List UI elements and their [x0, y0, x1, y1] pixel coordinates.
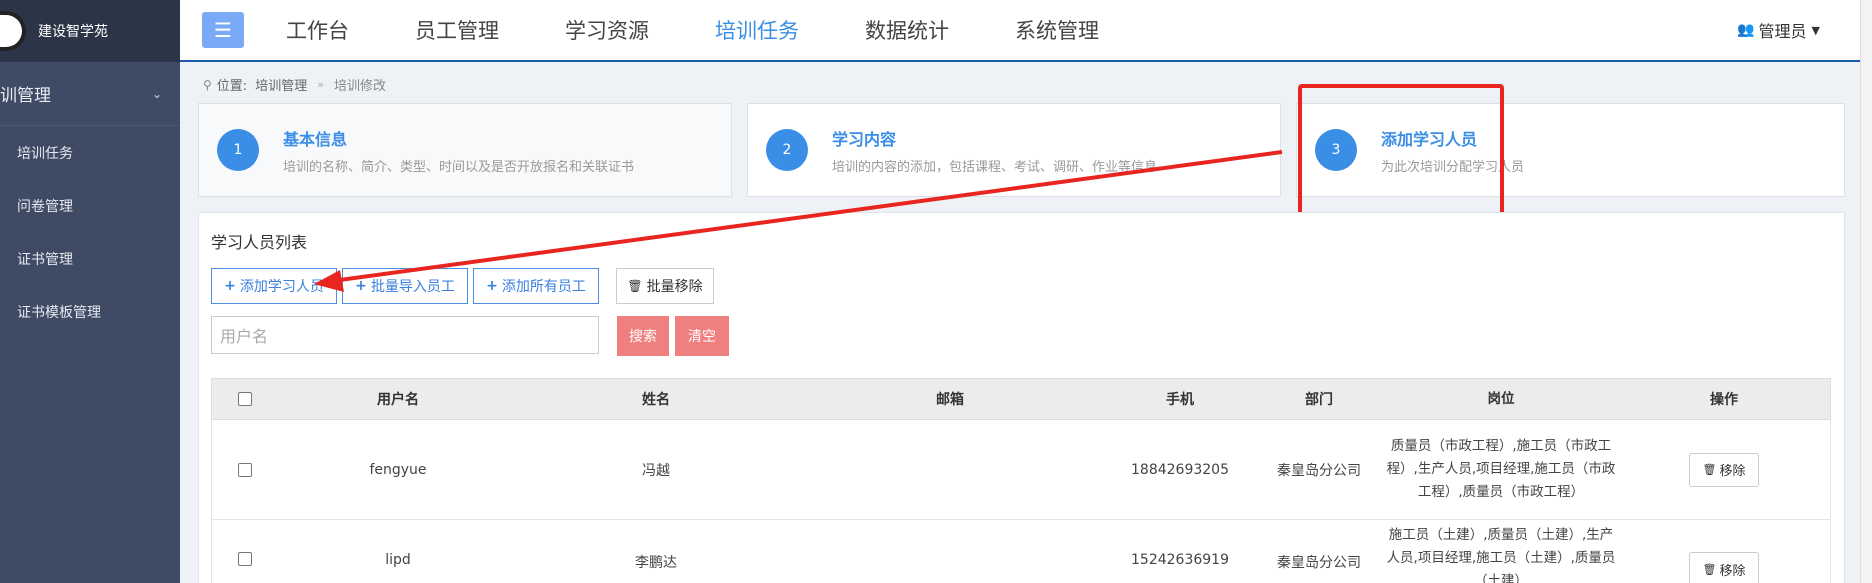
- step-title: 学习内容: [832, 129, 897, 149]
- row-checkbox[interactable]: [238, 462, 252, 477]
- add-all-button[interactable]: + 添加所有员工: [473, 268, 599, 304]
- step-title: 基本信息: [283, 129, 348, 149]
- main-nav: 工作台 员工管理 学习资源 培训任务 数据统计 系统管理: [286, 15, 1165, 45]
- clear-button[interactable]: 清空: [675, 316, 729, 356]
- nav-item-learning-resources[interactable]: 学习资源: [565, 15, 649, 45]
- add-learner-label: 添加学习人员: [239, 279, 324, 295]
- col-name: 姓名: [642, 392, 670, 408]
- plus-icon: +: [355, 278, 367, 294]
- cell-phone: 18842693205: [1131, 461, 1229, 478]
- username-placeholder: 用户名: [220, 327, 269, 346]
- breadcrumb-current: 培训修改: [333, 79, 386, 94]
- table-header: 用户名 姓名 邮箱 手机 部门 岗位 操作: [211, 378, 1831, 420]
- plus-icon: +: [486, 278, 498, 294]
- breadcrumb-separator: »: [317, 78, 324, 91]
- batch-remove-label: 批量移除: [646, 279, 703, 295]
- learner-table: 用户名 姓名 邮箱 手机 部门 岗位 操作 fengyue 冯越 1884269…: [211, 378, 1831, 583]
- trash-icon: 🗑: [627, 279, 643, 293]
- username-search-input[interactable]: 用户名: [211, 316, 599, 354]
- step-basic-info[interactable]: 1 基本信息 培训的名称、简介、类型、时间以及是否开放报名和关联证书: [198, 103, 732, 197]
- remove-label: 移除: [1719, 464, 1746, 479]
- cell-username: fengyue: [369, 461, 427, 478]
- col-action: 操作: [1710, 392, 1738, 408]
- breadcrumb: ⚲ 位置: 培训管理 » 培训修改: [203, 75, 386, 95]
- sidebar-item-questionnaire[interactable]: 问卷管理: [0, 179, 180, 232]
- col-dept: 部门: [1305, 392, 1333, 408]
- brand: 建设智学苑: [0, 0, 180, 62]
- brand-name: 建设智学苑: [38, 24, 108, 40]
- batch-remove-button[interactable]: 🗑 批量移除: [616, 268, 714, 304]
- plus-icon: +: [224, 278, 236, 294]
- row-checkbox[interactable]: [238, 552, 252, 566]
- cell-dept: 秦皇岛分公司: [1277, 555, 1361, 571]
- user-menu[interactable]: 👥 管理员 ▼: [1737, 18, 1820, 42]
- sidebar: 建设智学苑 训管理 ⌄ 培训任务 问卷管理 证书管理 证书模板管理: [0, 0, 180, 583]
- cell-name: 李鹏达: [635, 555, 677, 571]
- cell-phone: 15242636919: [1131, 552, 1229, 568]
- add-all-label: 添加所有员工: [501, 279, 586, 295]
- nav-item-statistics[interactable]: 数据统计: [865, 15, 949, 45]
- sidebar-item-training-task[interactable]: 培训任务: [0, 126, 180, 179]
- user-label: 管理员: [1758, 22, 1807, 41]
- sidebar-group-training[interactable]: 训管理 ⌄: [0, 62, 180, 126]
- step-number: 2: [766, 129, 808, 171]
- col-email: 邮箱: [936, 392, 964, 408]
- col-phone: 手机: [1166, 392, 1194, 408]
- cell-name: 冯越: [642, 462, 670, 479]
- nav-item-workbench[interactable]: 工作台: [286, 15, 349, 45]
- trash-icon: 🗑: [1702, 562, 1717, 576]
- add-learner-button[interactable]: + 添加学习人员: [211, 268, 337, 304]
- top-navbar: ☰ 工作台 员工管理 学习资源 培训任务 数据统计 系统管理 👥 管理员 ▼: [180, 0, 1860, 62]
- annotation-highlight-box: [1298, 84, 1504, 219]
- location-pin-icon: ⚲: [203, 77, 212, 92]
- logo-icon: [0, 11, 26, 51]
- step-desc: 培训的名称、简介、类型、时间以及是否开放报名和关联证书: [283, 159, 635, 175]
- remove-button[interactable]: 🗑 移除: [1689, 452, 1759, 487]
- batch-import-label: 批量导入员工: [370, 279, 455, 295]
- col-position: 岗位: [1487, 390, 1515, 407]
- users-icon: 👥: [1737, 22, 1755, 38]
- table-row: fengyue 冯越 18842693205 秦皇岛分公司 质量员（市政工程）,…: [211, 420, 1831, 520]
- nav-item-employees[interactable]: 员工管理: [415, 15, 499, 45]
- panel-title: 学习人员列表: [211, 233, 308, 252]
- cell-dept: 秦皇岛分公司: [1277, 462, 1361, 479]
- learner-list-panel: 学习人员列表 + 添加学习人员 + 批量导入员工 + 添加所有员工 🗑 批量移除…: [198, 212, 1845, 583]
- table-row: lipd 李鹏达 15242636919 秦皇岛分公司 施工员（土建）,质量员（…: [211, 520, 1831, 583]
- cell-position: 质量员（市政工程）,施工员（市政工程）,生产人员,项目经理,施工员（市政工程）,…: [1386, 438, 1616, 500]
- page-scrollbar[interactable]: [1860, 0, 1872, 583]
- caret-down-icon: ▼: [1811, 23, 1820, 37]
- step-number: 1: [217, 129, 259, 171]
- cell-username: lipd: [385, 552, 411, 568]
- cell-position: 施工员（土建）,质量员（土建）,生产人员,项目经理,施工员（土建）,质量员（土建…: [1386, 527, 1616, 583]
- step-learning-content[interactable]: 2 学习内容 培训的内容的添加，包括课程、考试、调研、作业等信息: [747, 103, 1281, 197]
- sidebar-group-label: 训管理: [0, 86, 51, 106]
- col-username: 用户名: [377, 392, 419, 408]
- nav-item-system[interactable]: 系统管理: [1015, 15, 1099, 45]
- breadcrumb-prefix: 位置:: [216, 79, 248, 94]
- remove-label: 移除: [1719, 563, 1746, 579]
- sidebar-item-certificate[interactable]: 证书管理: [0, 232, 180, 285]
- nav-item-training-tasks[interactable]: 培训任务: [715, 15, 799, 45]
- remove-button[interactable]: 🗑 移除: [1689, 552, 1759, 583]
- step-desc: 培训的内容的添加，包括课程、考试、调研、作业等信息: [832, 159, 1158, 175]
- menu-toggle-icon[interactable]: ☰: [202, 12, 244, 48]
- batch-import-button[interactable]: + 批量导入员工: [342, 268, 468, 304]
- sidebar-item-certificate-template[interactable]: 证书模板管理: [0, 285, 180, 338]
- trash-icon: 🗑: [1702, 463, 1717, 476]
- select-all-checkbox[interactable]: [238, 392, 252, 406]
- chevron-down-icon: ⌄: [151, 86, 162, 101]
- breadcrumb-parent[interactable]: 培训管理: [255, 75, 307, 94]
- search-button[interactable]: 搜索: [617, 316, 669, 356]
